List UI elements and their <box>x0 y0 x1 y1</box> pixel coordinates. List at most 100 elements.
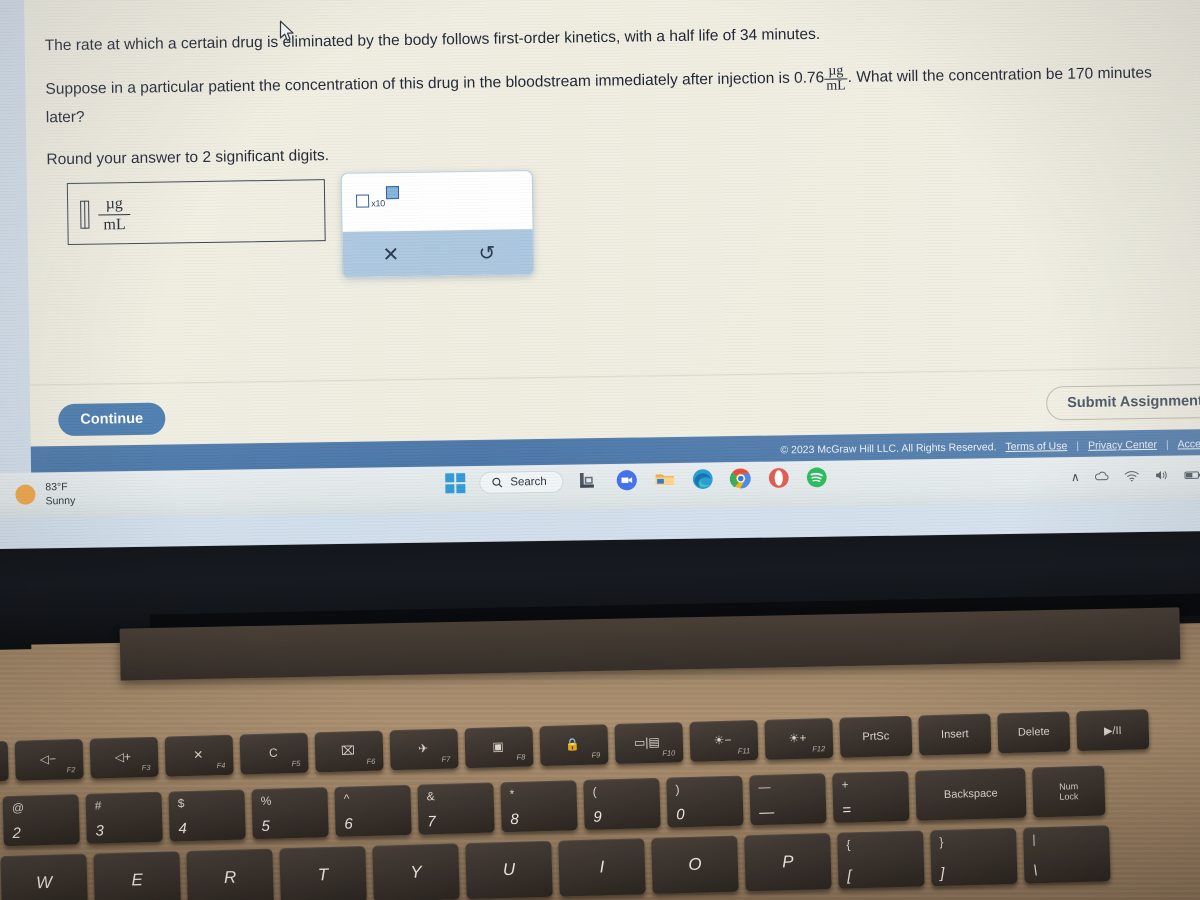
key-f7[interactable]: ✈ F7 <box>389 728 459 771</box>
key-f6-label: F6 <box>366 756 376 766</box>
sci-notation-base-box-icon <box>356 194 370 208</box>
sci-notation-x10-label: x10 <box>371 198 386 209</box>
key-i[interactable]: I <box>558 838 646 897</box>
key-f4[interactable]: ✕ F4 <box>164 734 234 777</box>
key-f2[interactable]: ◁− F2 <box>14 738 84 781</box>
undo-button[interactable]: ↺ <box>439 229 535 275</box>
taskview-icon[interactable] <box>578 469 602 493</box>
text-caret-icon <box>80 200 90 229</box>
footer-separator-1: | <box>1076 439 1080 453</box>
edge-icon[interactable] <box>692 467 716 491</box>
key-f4-label: F4 <box>216 760 226 771</box>
key-4[interactable]: $4 <box>168 789 246 842</box>
key-num-lock[interactable]: Num Lock <box>1032 765 1106 818</box>
question-paragraph-1: The rate at which a certain drug is elim… <box>44 25 821 55</box>
key-f6-icon: ⌧ <box>340 743 356 758</box>
weather-temperature: 83°F <box>45 480 68 494</box>
key-f3-icon: ◁+ <box>114 749 132 765</box>
key-t[interactable]: T <box>279 846 367 900</box>
key-f3[interactable]: ◁+ F3 <box>89 736 159 779</box>
inline-unit-denominator: mL <box>826 78 846 94</box>
key-bracket-x[interactable]: }] <box>930 827 1018 887</box>
footer-link-privacy-center[interactable]: Privacy Center <box>1088 439 1157 452</box>
key-f7-label: F7 <box>441 754 451 764</box>
math-toolbar-bottom-row: ✕ ↺ <box>342 229 535 277</box>
key-bracket-x[interactable]: {[ <box>837 830 925 889</box>
key-o[interactable]: O <box>651 835 739 894</box>
key-u[interactable]: U <box>465 840 553 900</box>
zoom-icon[interactable] <box>616 469 640 493</box>
key-f1[interactable]: 🔇F1 <box>0 740 9 783</box>
onedrive-icon[interactable] <box>1093 468 1110 485</box>
key-8[interactable]: * 8 <box>500 780 578 833</box>
key-y[interactable]: Y <box>372 843 460 900</box>
spotify-icon[interactable] <box>806 466 830 490</box>
answer-input-field[interactable]: µg mL <box>66 179 326 245</box>
question-paragraph-3: Round your answer to 2 significant digit… <box>46 146 330 168</box>
key-f5[interactable]: C F5 <box>239 732 309 775</box>
laptop-keyboard: 🔇F1 ◁− F2 ◁+ F3 ✕ F4 C F5 ⌧ F6 ✈ F7 ▣ F8 🔒 F9 ▭|▤F10 ☀− F11… <box>0 700 1200 900</box>
key-5[interactable]: % 5 <box>251 787 329 840</box>
sci-notation-exponent-box-icon <box>385 186 400 200</box>
key-e[interactable]: E <box>93 851 181 900</box>
key-f5-label: F5 <box>291 758 301 769</box>
weather-condition: Sunny <box>45 495 76 508</box>
submit-assignment-button[interactable]: Submit Assignment <box>1045 383 1200 421</box>
continue-button[interactable]: Continue <box>58 402 166 437</box>
question-paragraph-2: Suppose in a particular patient the conc… <box>45 59 1191 130</box>
inline-unit-numerator: µg <box>824 63 848 81</box>
wifi-icon[interactable] <box>1123 467 1140 484</box>
key-f10[interactable]: ▭|▤ F10 <box>614 722 684 765</box>
key-f8[interactable]: ▣ F8 <box>464 726 534 769</box>
key-p[interactable]: P <box>744 833 832 892</box>
chrome-icon[interactable] <box>730 467 754 491</box>
tray-chevron-up-icon[interactable]: ∧ <box>1071 470 1080 484</box>
taskbar-app-strip: Search <box>445 466 830 496</box>
key-—[interactable]: — — <box>749 773 827 826</box>
key-7[interactable]: & 7 <box>417 782 495 835</box>
key-w[interactable]: W <box>0 853 88 900</box>
footer-link-terms-of-use[interactable]: Terms of Use <box>1005 440 1067 453</box>
key-prtsc[interactable]: PrtSc <box>839 715 913 758</box>
answer-unit-denominator: mL <box>103 216 126 234</box>
question-text-block: The rate at which a certain drug is elim… <box>45 17 1192 172</box>
mouse-cursor-icon <box>279 20 297 49</box>
key-f12[interactable]: ☀+ F12 <box>764 717 834 760</box>
search-icon <box>492 477 503 488</box>
key-f11[interactable]: ☀− F11 <box>689 720 759 762</box>
volume-icon[interactable] <box>1153 467 1170 484</box>
opera-icon[interactable] <box>768 466 792 490</box>
key-insert[interactable]: Insert <box>918 713 992 756</box>
key-f9[interactable]: 🔒 F9 <box>539 724 609 767</box>
file-explorer-icon[interactable] <box>654 468 678 492</box>
taskbar-search-box[interactable]: Search <box>479 470 564 494</box>
key-f11-label: F11 <box>737 746 751 756</box>
key-f7-icon: ✈ <box>417 741 429 756</box>
key-f10-icon: ▭|▤ <box>633 734 660 750</box>
key-backspace[interactable]: Backspace <box>915 767 1027 821</box>
key-f10-label: F10 <box>662 748 676 758</box>
key-9[interactable]: (9 <box>583 777 661 830</box>
sun-icon <box>15 484 36 505</box>
aleks-question-page: The rate at which a certain drug is elim… <box>23 0 1200 477</box>
windows-start-icon[interactable] <box>445 473 466 494</box>
key-ii[interactable]: ▶/II <box>1076 709 1150 752</box>
key-=[interactable]: + = <box>832 770 910 824</box>
key-2[interactable]: @2 <box>2 794 80 847</box>
key-f4-icon: ✕ <box>193 747 204 762</box>
footer-link-accessibility[interactable]: Accessibility <box>1178 438 1200 451</box>
key-r[interactable]: R <box>186 848 274 900</box>
key-bracket-x[interactable]: | \ <box>1023 825 1111 884</box>
key-delete[interactable]: Delete <box>997 711 1071 754</box>
battery-icon[interactable] <box>1183 467 1200 484</box>
key-f11-icon: ☀− <box>713 732 732 748</box>
taskbar-weather-widget[interactable]: 83°F Sunny <box>15 480 75 509</box>
inline-unit-fraction: µg mL <box>824 63 848 94</box>
key-f6[interactable]: ⌧ F6 <box>314 730 384 773</box>
key-f2-label: F2 <box>66 765 76 775</box>
key-0[interactable]: ) 0 <box>666 775 744 828</box>
key-3[interactable]: #3 <box>85 791 163 844</box>
scientific-notation-button[interactable]: x10 <box>356 186 410 213</box>
clear-button[interactable]: ✕ <box>343 230 440 276</box>
key-6[interactable]: ^ 6 <box>334 784 412 837</box>
